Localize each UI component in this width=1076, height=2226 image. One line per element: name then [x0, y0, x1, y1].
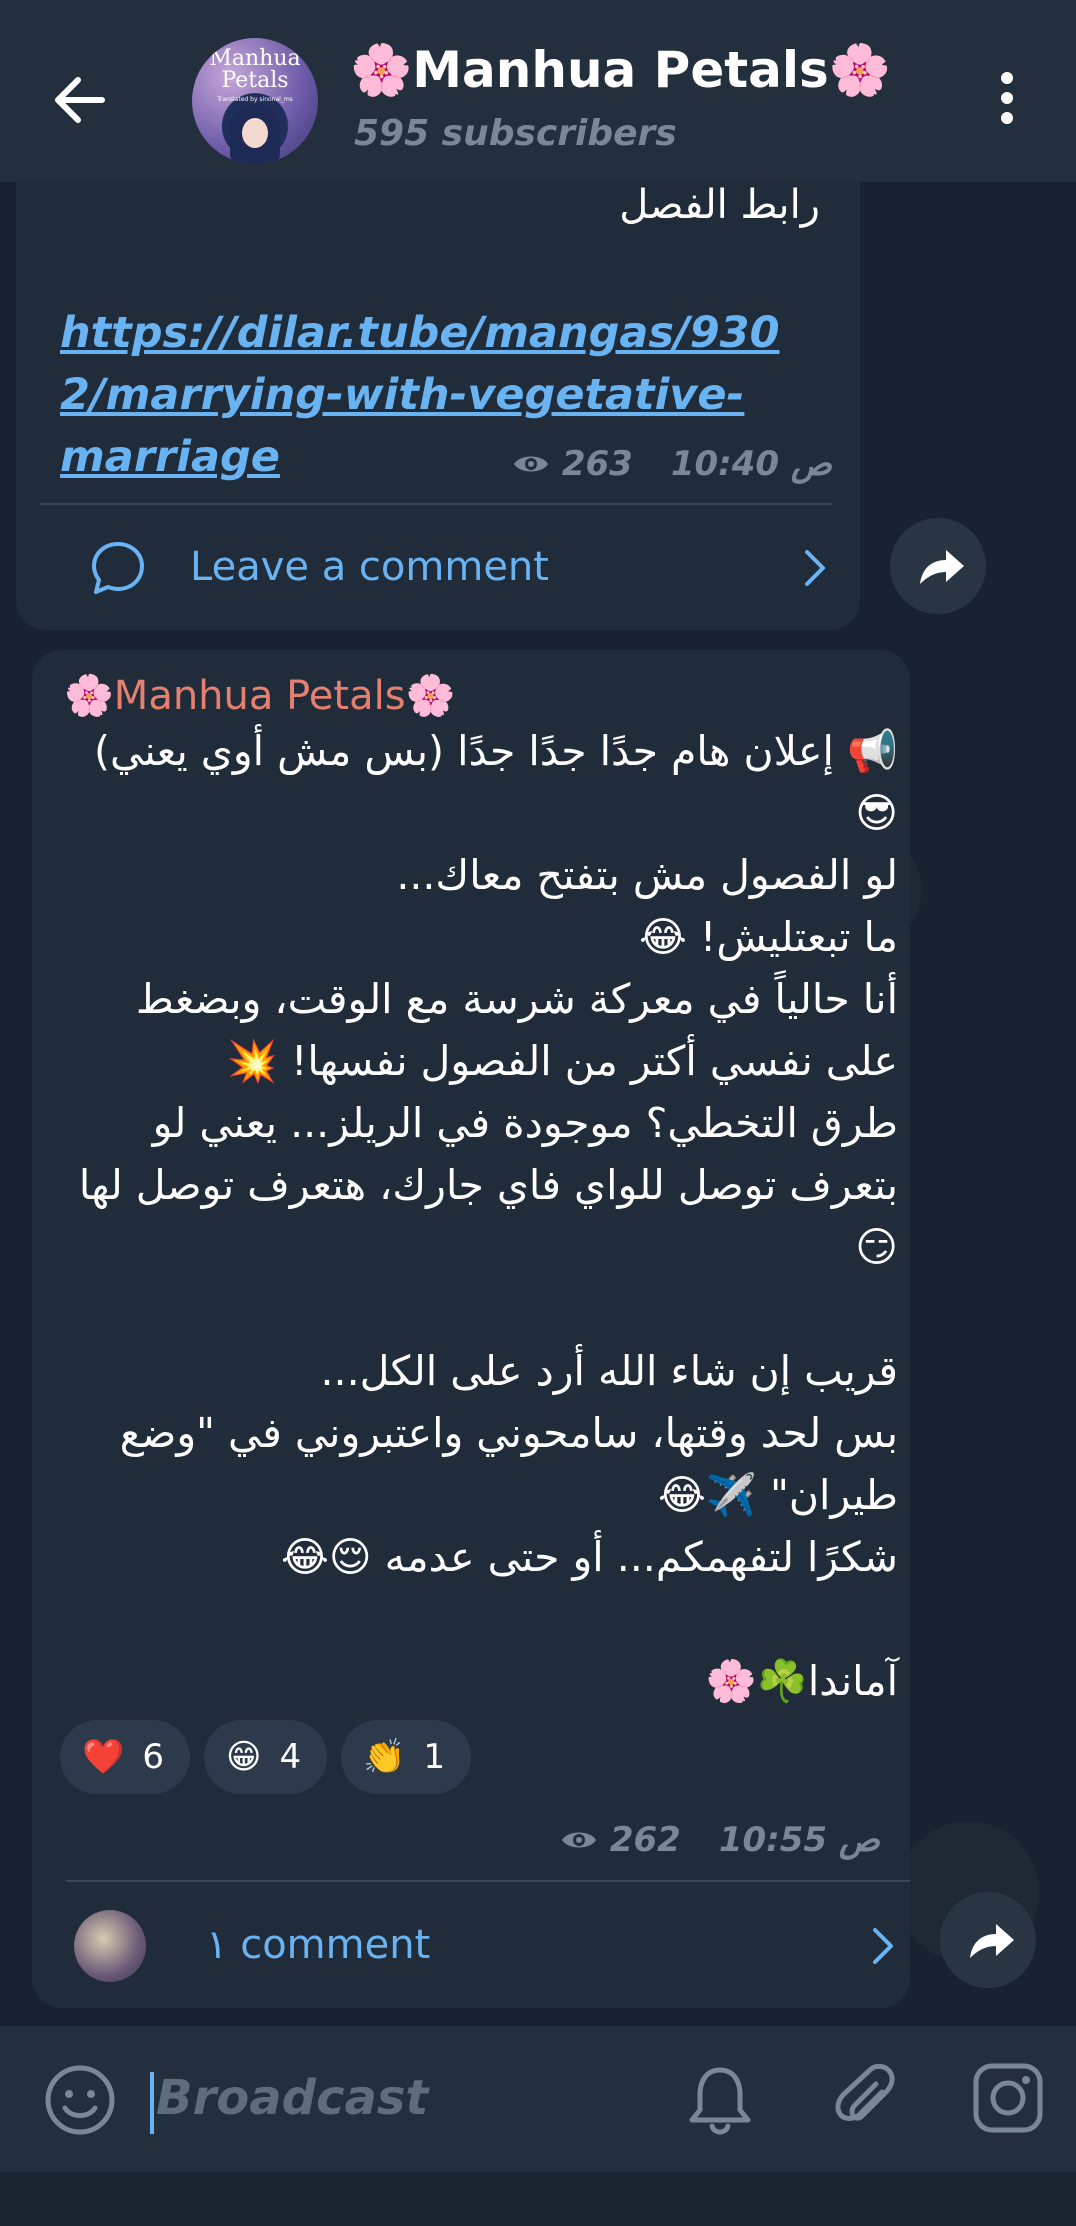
subscriber-count: 595 subscribers: [354, 113, 677, 154]
commenter-avatar: [74, 1910, 146, 1982]
reaction-grin[interactable]: 😁 4: [203, 1720, 328, 1794]
clap-emoji-icon: 👏: [363, 1737, 406, 1777]
divider: [66, 1880, 910, 1882]
comments-button[interactable]: ١ comment: [70, 1902, 910, 1992]
grin-emoji-icon: 😁: [225, 1737, 262, 1777]
chevron-right-icon: [873, 1928, 893, 1964]
message-input[interactable]: Broadcast: [156, 2070, 428, 2126]
avatar-subtitle: Translated by sinonal_ms: [217, 96, 293, 103]
channel-avatar[interactable]: Manhua Petals Translated by sinonal_ms: [192, 38, 318, 164]
chat-header: Manhua Petals Translated by sinonal_ms 🌸…: [0, 0, 1076, 182]
message-time: 10:40 ص: [670, 444, 832, 484]
reaction-clap[interactable]: 👏 1: [341, 1720, 472, 1794]
message-meta: 263 10:40 ص: [512, 444, 832, 484]
input-bar: Broadcast: [0, 2026, 1076, 2172]
avatar-face: [242, 118, 268, 148]
message-time: 10:55 ص: [718, 1820, 880, 1860]
views-eye-icon: [561, 1832, 596, 1848]
message-bubble[interactable]: رابط الفصل https://dilar.tube/mangas/930…: [16, 120, 860, 630]
chevron-right-icon: [805, 550, 825, 586]
reaction-count: 1: [423, 1737, 446, 1777]
back-arrow-icon[interactable]: [50, 70, 110, 130]
comments-count-label: ١ comment: [206, 1922, 431, 1968]
avatar-title: Manhua Petals: [209, 46, 301, 93]
reaction-count: 6: [142, 1737, 164, 1777]
message-bubble[interactable]: 🌸Manhua Petals🌸 📢 إعلان هام جدًا جدًا جد…: [32, 650, 910, 2008]
sender-name: 🌸Manhua Petals🌸: [64, 673, 456, 719]
bell-icon[interactable]: [686, 2062, 754, 2138]
message-meta: 262 10:55 ص: [560, 1820, 880, 1860]
share-button[interactable]: [940, 1892, 1036, 1988]
emoji-icon[interactable]: [44, 2064, 116, 2136]
attach-paperclip-icon[interactable]: [832, 2062, 900, 2138]
channel-title[interactable]: 🌸Manhua Petals🌸: [350, 38, 891, 102]
text-caret: [150, 2072, 154, 2134]
share-arrow-icon: [920, 550, 964, 584]
views-eye-icon: [513, 456, 548, 472]
reaction-heart[interactable]: ❤️ 6: [60, 1720, 190, 1794]
views-count: 262: [609, 1820, 681, 1860]
camera-icon[interactable]: [972, 2062, 1044, 2134]
comment-bubble-icon: [92, 542, 144, 594]
share-arrow-icon: [970, 1924, 1014, 1958]
reactions-bar: ❤️ 6 😁 4 👏 1: [60, 1720, 472, 1794]
views-count: 263: [561, 444, 633, 484]
share-button[interactable]: [890, 518, 986, 614]
heart-emoji-icon: ❤️: [82, 1737, 125, 1777]
leave-comment-button[interactable]: Leave a comment: [74, 530, 834, 610]
link-label: رابط الفصل: [619, 182, 820, 228]
divider: [40, 503, 832, 505]
leave-comment-label: Leave a comment: [190, 544, 549, 590]
reaction-count: 4: [279, 1737, 302, 1777]
message-text: 📢 إعلان هام جدًا جدًا جدًا (بس مش أوي يع…: [78, 727, 898, 1705]
more-options-icon[interactable]: [992, 72, 1022, 132]
system-nav-bar: [0, 2172, 1076, 2226]
